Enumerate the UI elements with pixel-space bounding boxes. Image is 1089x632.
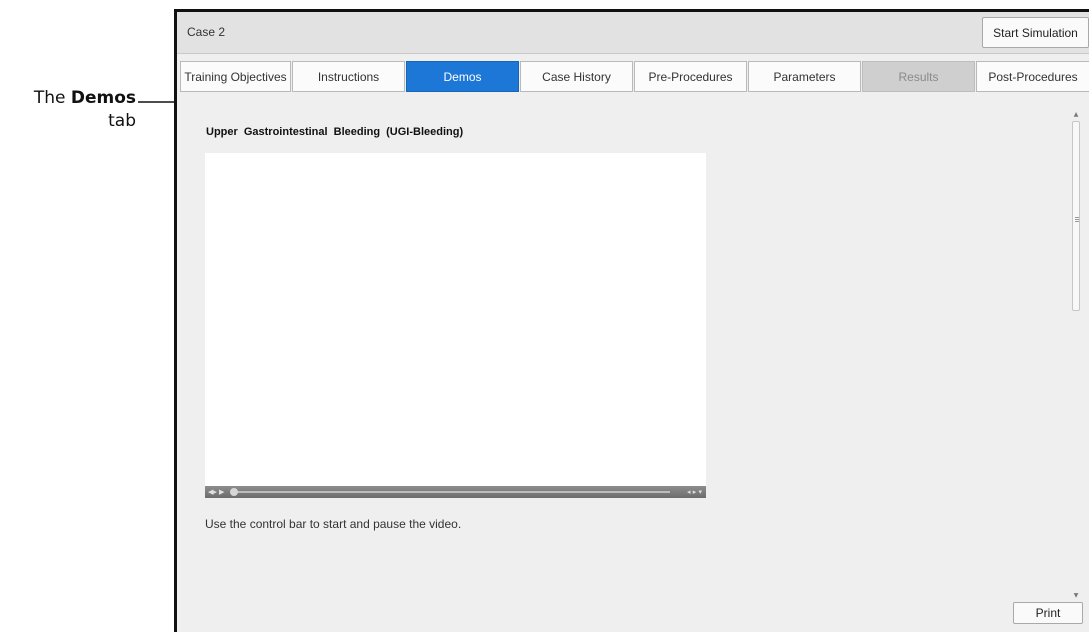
tab-training-objectives[interactable]: Training Objectives [180, 61, 291, 92]
scroll-thumb[interactable] [1072, 121, 1080, 311]
tab-parameters[interactable]: Parameters [748, 61, 861, 92]
case-header: Case 2 Start Simulation [177, 12, 1089, 54]
video-hint: Use the control bar to start and pause t… [205, 517, 462, 531]
scroll-down-icon[interactable]: ▼ [1070, 590, 1082, 602]
tab-instructions[interactable]: Instructions [292, 61, 405, 92]
tab-results: Results [862, 61, 975, 92]
callout-suffix: tab [108, 111, 136, 131]
tab-demos[interactable]: Demos [406, 61, 519, 92]
seek-knob-icon[interactable] [230, 488, 238, 496]
start-simulation-button[interactable]: Start Simulation [982, 17, 1089, 48]
app-window: Case 2 Start Simulation Training Objecti… [174, 9, 1089, 632]
demo-title: Upper Gastrointestinal Bleeding (UGI-Ble… [206, 126, 464, 138]
tab-bar: Training Objectives Instructions Demos C… [180, 61, 1089, 92]
demos-tab-callout: The Demos tab [0, 87, 136, 133]
callout-bold: Demos [70, 88, 136, 108]
print-button[interactable]: Print [1013, 602, 1083, 624]
volume-icon[interactable]: ◀▸ [208, 486, 217, 498]
callout-prefix: The [33, 88, 71, 108]
play-icon[interactable]: ▶ [219, 486, 224, 498]
video-player[interactable] [205, 153, 706, 486]
scroll-up-icon[interactable]: ▲ [1070, 109, 1082, 121]
video-seek-track[interactable] [235, 491, 670, 493]
case-title: Case 2 [187, 25, 226, 39]
tab-post-procedures[interactable]: Post-Procedures [976, 61, 1089, 92]
fullscreen-icon[interactable]: ◂ ▸ ▾ [687, 486, 702, 498]
content-scrollbar[interactable]: ▲ ▼ [1070, 109, 1082, 602]
tab-pre-procedures[interactable]: Pre-Procedures [634, 61, 747, 92]
video-control-bar[interactable]: ◀▸ ▶ ◂ ▸ ▾ [205, 486, 706, 498]
tab-case-history[interactable]: Case History [520, 61, 633, 92]
